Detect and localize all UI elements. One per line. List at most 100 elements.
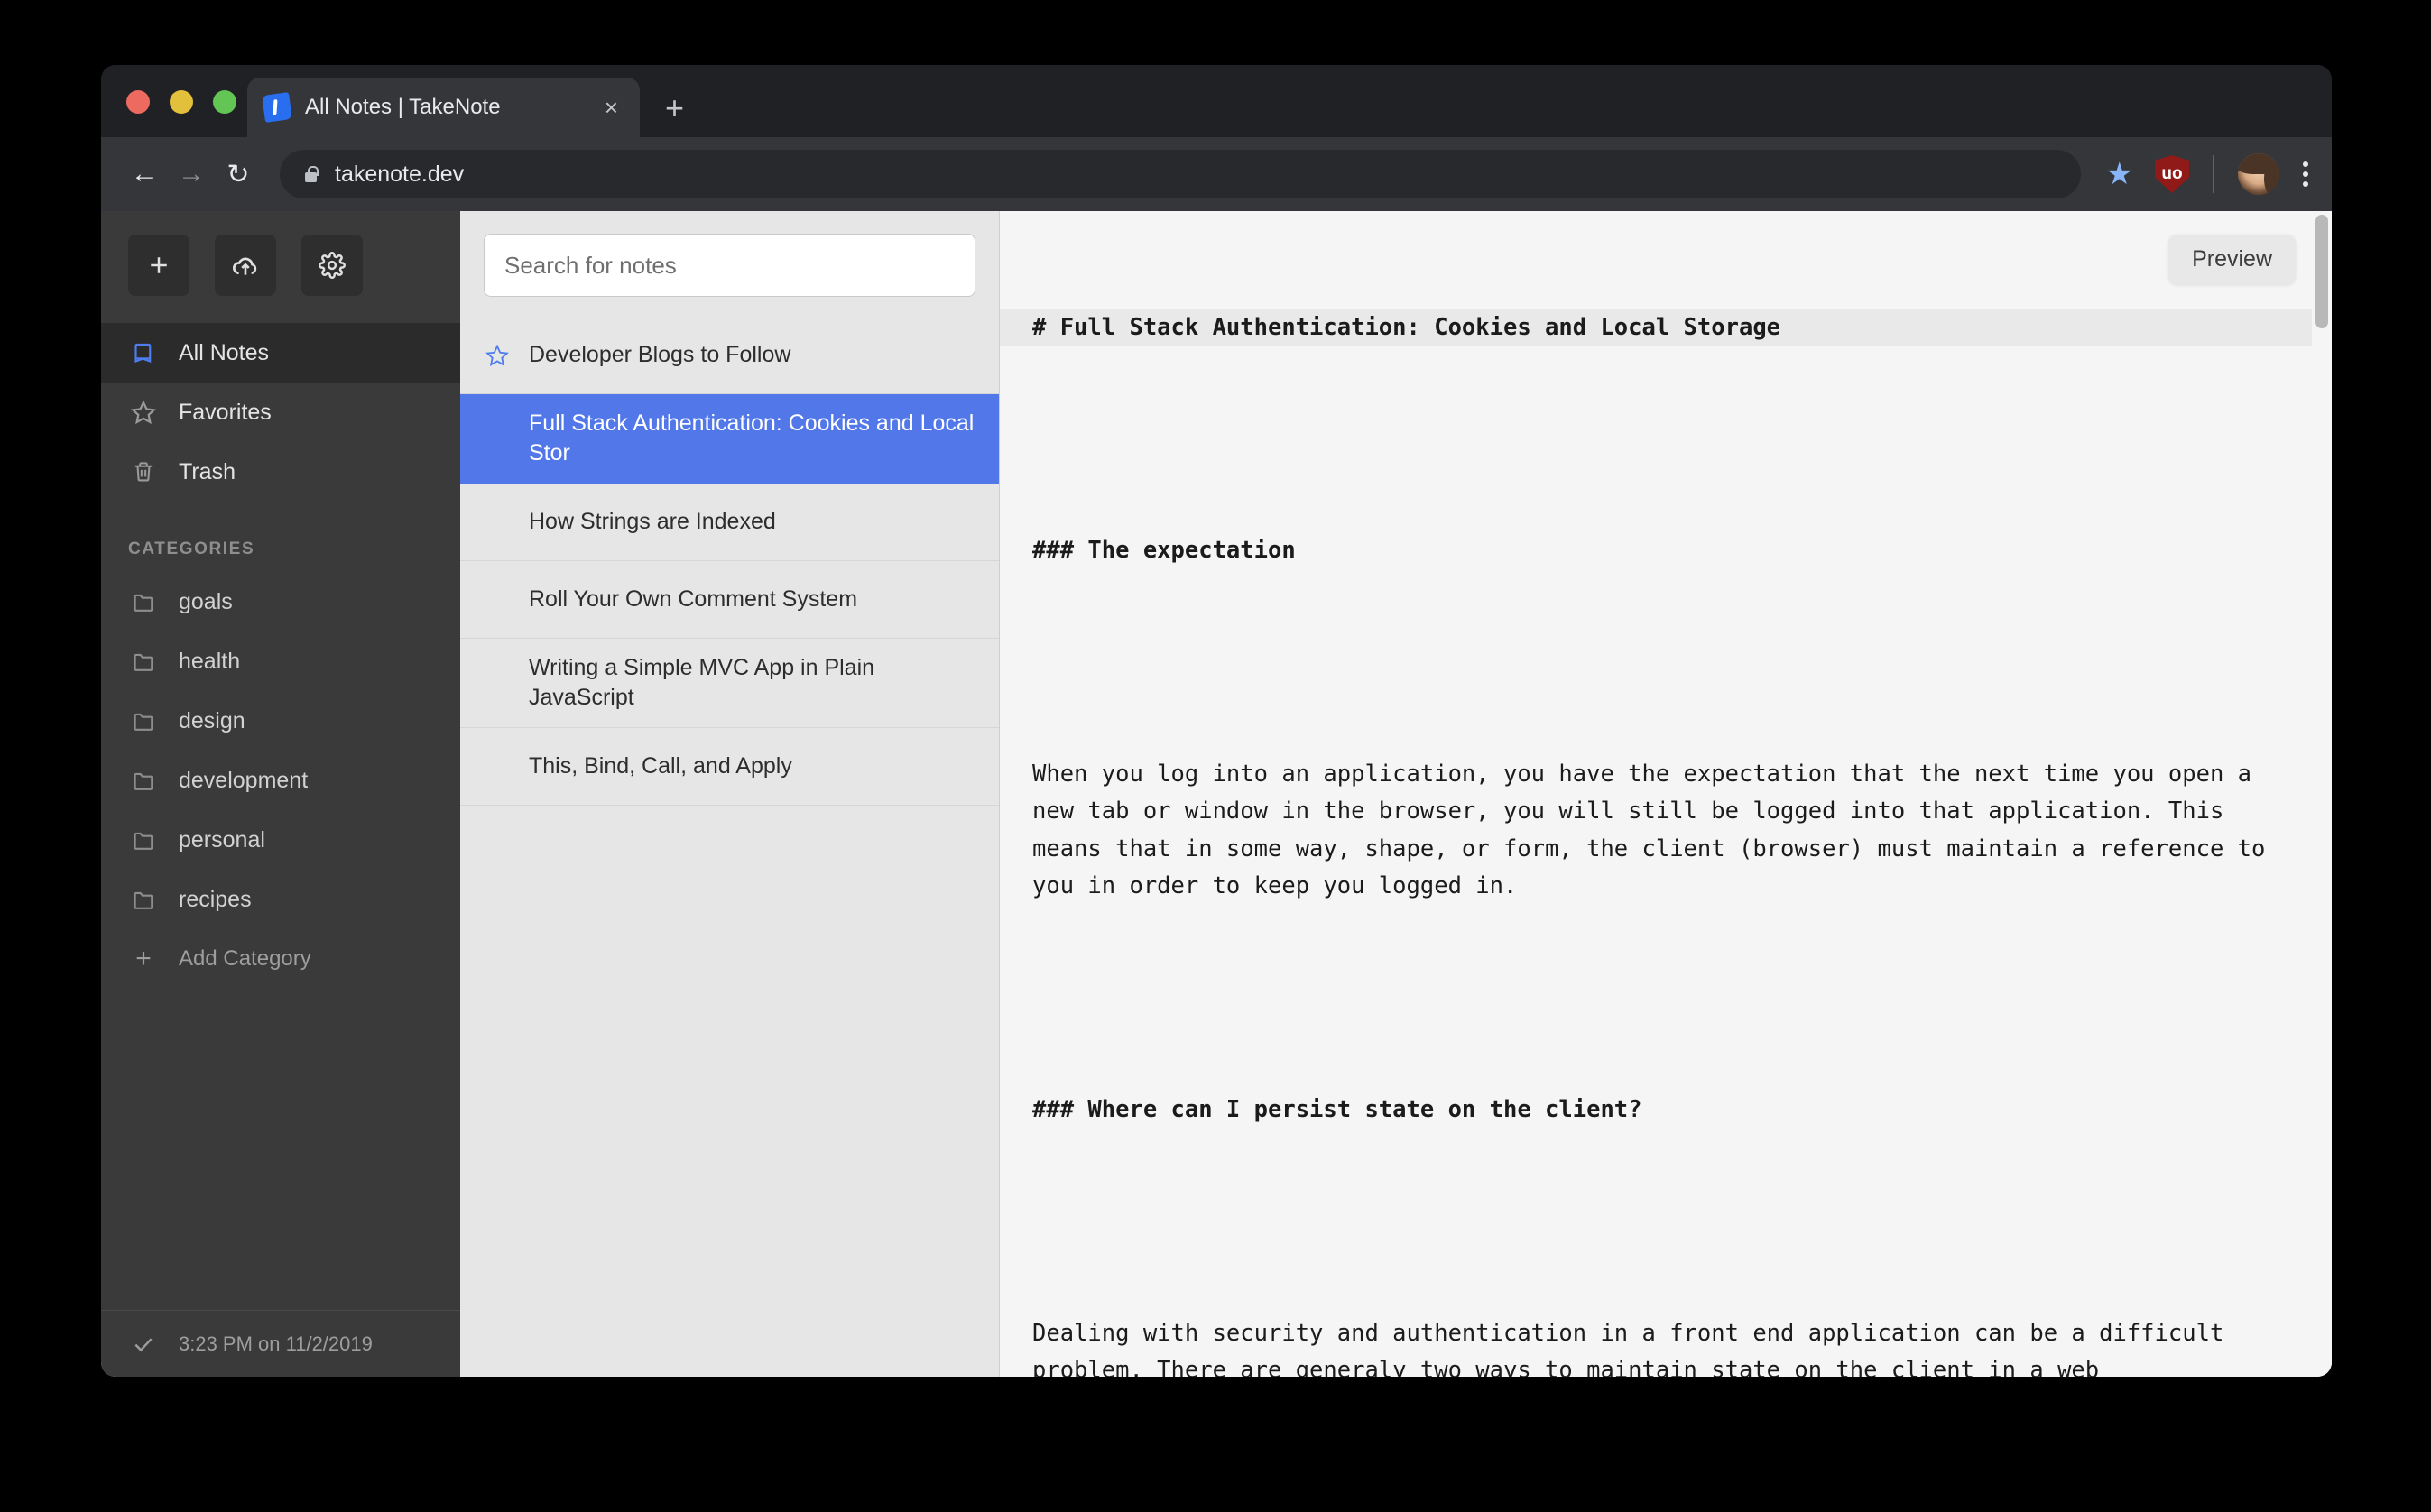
browser-tab[interactable]: All Notes | TakeNote × [247,78,640,137]
browser-window: All Notes | TakeNote × + ← → ↻ takenote.… [101,65,2332,1377]
folder-icon [128,888,159,912]
editor-blank-line [1032,644,2269,681]
editor-blank-line [1032,1203,2269,1240]
sidebar-category-personal[interactable]: personal [101,810,460,870]
lock-icon [303,165,319,184]
add-category-button[interactable]: + Add Category [101,929,460,989]
note-title: Full Stack Authentication: Cookies and L… [529,410,975,466]
address-bar-url: takenote.dev [335,161,465,187]
new-note-button[interactable] [128,235,189,296]
search-container [460,211,999,317]
kebab-dot [2303,171,2308,177]
note-editor-pane[interactable]: Preview # Full Stack Authentication: Coo… [1000,211,2332,1377]
avatar [2238,153,2279,195]
sync-status-bar: 3:23 PM on 11/2/2019 [101,1310,460,1377]
sidebar-item-label: Favorites [179,399,272,425]
close-window-button[interactable] [126,90,150,114]
kebab-dot [2303,181,2308,187]
note-list-panel: Developer Blogs to Follow Full Stack Aut… [460,211,1000,1377]
folder-icon [128,709,159,733]
note-list-item[interactable]: Developer Blogs to Follow [460,317,999,394]
settings-button[interactable] [301,235,363,296]
minimize-window-button[interactable] [170,90,193,114]
cloud-upload-icon [233,257,257,275]
sidebar-category-design[interactable]: design [101,691,460,751]
editor-blank-line [1032,420,2269,457]
note-list-item[interactable]: Roll Your Own Comment System [460,561,999,639]
folder-icon [128,828,159,853]
sidebar: All Notes Favorites Trash CATEGORIES goa… [101,211,460,1377]
note-list-item[interactable]: How Strings are Indexed [460,484,999,561]
sidebar-category-development[interactable]: development [101,751,460,810]
sync-notes-button[interactable] [215,235,276,296]
sidebar-item-favorites[interactable]: Favorites [101,383,460,442]
sidebar-category-recipes[interactable]: recipes [101,870,460,929]
last-synced-label: 3:23 PM on 11/2/2019 [179,1332,373,1355]
note-list-item[interactable]: Writing a Simple MVC App in Plain JavaSc… [460,639,999,728]
takenote-pen-icon [262,92,292,123]
tab-title: All Notes | TakeNote [305,95,501,119]
close-icon[interactable]: × [599,92,624,123]
new-tab-button[interactable]: + [665,92,684,124]
takenote-app: All Notes Favorites Trash CATEGORIES goa… [101,211,2332,1377]
check-icon [128,1332,159,1356]
gear-icon [319,252,346,279]
browser-tab-strip: All Notes | TakeNote × + [101,65,2332,137]
star-glyph: ★ [2105,157,2133,191]
star-icon [128,400,159,425]
reload-icon[interactable]: ↻ [215,151,262,198]
sidebar-category-health[interactable]: health [101,632,460,691]
note-title: This, Bind, Call, and Apply [529,753,792,779]
profile-avatar[interactable] [2238,153,2279,195]
kebab-dot [2303,161,2308,167]
category-label: goals [179,588,233,614]
forward-icon[interactable]: → [168,151,215,198]
sidebar-category-goals[interactable]: goals [101,572,460,632]
sidebar-action-buttons [101,211,460,323]
editor-line-title: # Full Stack Authentication: Cookies and… [1000,309,2332,346]
preview-button[interactable]: Preview [2168,235,2296,284]
ublock-origin-icon[interactable]: uo [2155,155,2189,193]
note-list-item-selected[interactable]: Full Stack Authentication: Cookies and L… [460,394,999,484]
folder-icon [128,769,159,793]
plus-icon: + [135,944,152,973]
ublock-shield-glyph: uo [2155,155,2189,193]
favorite-star-icon [484,344,511,367]
toolbar-divider [2213,155,2214,193]
editor-line-heading-persist: ### Where can I persist state on the cli… [1032,1095,1642,1123]
note-title: Writing a Simple MVC App in Plain JavaSc… [529,655,875,710]
editor-scrollbar-thumb[interactable] [2315,215,2328,328]
category-label: personal [179,826,265,853]
bookmark-star-icon[interactable]: ★ [2106,159,2133,189]
editor-blank-line [1032,980,2269,1017]
sidebar-item-label: All Notes [179,339,270,365]
note-title: Developer Blogs to Follow [529,342,791,367]
kebab-menu-icon[interactable] [2303,161,2308,187]
book-icon [128,341,159,365]
sidebar-item-label: Trash [179,458,236,484]
address-bar[interactable]: takenote.dev [280,150,2081,198]
markdown-editor-text[interactable]: # Full Stack Authentication: Cookies and… [1000,211,2332,1377]
category-label: recipes [179,886,252,912]
sidebar-item-all-notes[interactable]: All Notes [101,323,460,383]
note-list-item[interactable]: This, Bind, Call, and Apply [460,728,999,806]
folder-icon [128,590,159,614]
add-category-label: Add Category [179,946,311,971]
maximize-window-button[interactable] [213,90,236,114]
plus-icon [151,257,167,273]
trash-icon [128,460,159,484]
editor-paragraph-persist: Dealing with security and authentication… [1032,1319,2224,1377]
category-label: development [179,767,309,793]
note-title: Roll Your Own Comment System [529,586,858,612]
sidebar-item-trash[interactable]: Trash [101,442,460,502]
editor-scrollbar[interactable] [2312,211,2332,1377]
folder-icon [128,650,159,674]
note-list-empty-area [460,806,999,1377]
category-label: health [179,648,241,674]
categories-section-label: CATEGORIES [128,539,255,558]
editor-line-heading-expectation: ### The expectation [1032,537,1296,565]
editor-paragraph-expectation: When you log into an application, you ha… [1032,761,2279,900]
search-input[interactable] [484,234,975,297]
window-traffic-lights [126,90,236,114]
back-icon[interactable]: ← [121,151,168,198]
